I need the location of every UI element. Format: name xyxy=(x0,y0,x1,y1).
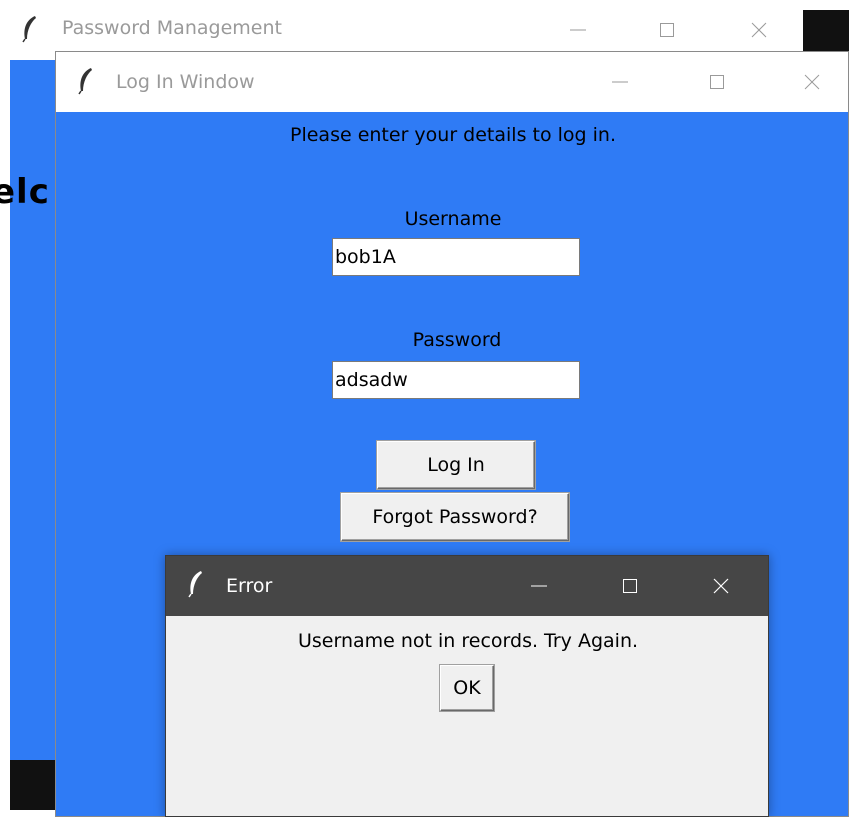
feather-icon xyxy=(188,570,204,602)
minimize-icon[interactable] xyxy=(509,556,569,616)
username-label: Username xyxy=(404,208,502,230)
password-label: Password xyxy=(412,329,502,351)
error-message: Username not in records. Try Again. xyxy=(297,630,639,652)
login-window-title: Log In Window xyxy=(116,71,255,93)
error-dialog: Error Username not in records. Try Again… xyxy=(165,555,769,817)
maximize-icon[interactable] xyxy=(687,52,747,112)
username-input[interactable]: bob1A xyxy=(332,238,580,276)
close-icon[interactable] xyxy=(782,52,842,112)
log-in-button[interactable]: Log In xyxy=(377,441,535,489)
login-titlebar[interactable]: Log In Window xyxy=(56,52,848,112)
error-dialog-title: Error xyxy=(226,575,273,597)
login-prompt: Please enter your details to log in. xyxy=(290,124,616,146)
ok-button[interactable]: OK xyxy=(440,665,494,711)
maximize-icon[interactable] xyxy=(600,556,660,616)
close-icon[interactable] xyxy=(691,556,751,616)
feather-icon xyxy=(78,67,94,99)
feather-icon xyxy=(22,15,38,47)
welcome-heading: elc xyxy=(0,172,50,212)
main-window-title: Password Management xyxy=(62,17,282,39)
minimize-icon[interactable] xyxy=(590,52,650,112)
forgot-password-button[interactable]: Forgot Password? xyxy=(341,493,569,541)
error-titlebar[interactable]: Error xyxy=(166,556,768,616)
password-input[interactable]: adsadw xyxy=(332,361,580,399)
